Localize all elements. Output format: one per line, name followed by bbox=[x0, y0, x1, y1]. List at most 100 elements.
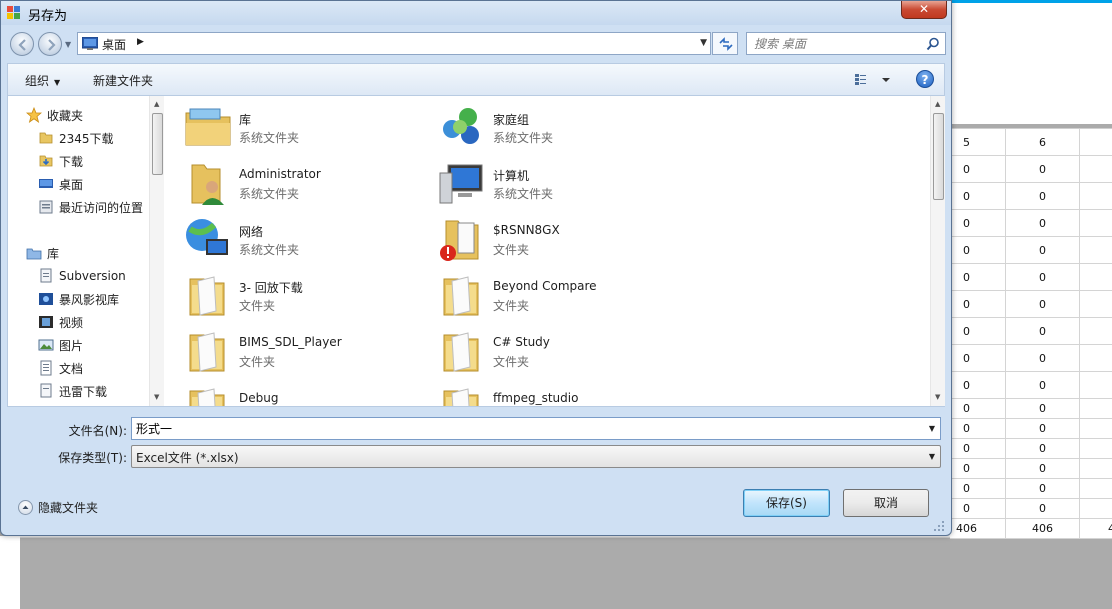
table-cell[interactable] bbox=[1080, 237, 1112, 263]
list-item[interactable]: C# Study 文件夹 bbox=[420, 324, 670, 376]
table-cell[interactable]: 0 bbox=[950, 318, 1006, 344]
scroll-down-icon[interactable]: ▼ bbox=[154, 393, 159, 401]
sidebar-item-downloads-2345[interactable]: 2345下载 bbox=[38, 127, 114, 149]
save-button[interactable]: 保存(S) bbox=[743, 489, 830, 517]
sidebar-item-pictures[interactable]: 图片 bbox=[38, 334, 83, 356]
table-cell[interactable] bbox=[1080, 399, 1112, 418]
table-cell[interactable] bbox=[1080, 439, 1112, 458]
table-cell[interactable]: 0 bbox=[950, 499, 1006, 518]
search-box[interactable] bbox=[746, 32, 946, 55]
table-cell[interactable]: 0 bbox=[1006, 264, 1080, 290]
scroll-thumb[interactable] bbox=[933, 113, 944, 200]
forward-button[interactable] bbox=[38, 32, 62, 56]
table-cell[interactable]: 0 bbox=[950, 291, 1006, 317]
sidebar-item-subversion[interactable]: Subversion bbox=[38, 265, 126, 287]
list-item[interactable]: ffmpeg_studio bbox=[420, 380, 670, 406]
table-cell[interactable]: 0 bbox=[950, 264, 1006, 290]
table-cell[interactable]: 0 bbox=[1006, 399, 1080, 418]
table-cell[interactable] bbox=[1080, 345, 1112, 371]
table-cell[interactable]: 0 bbox=[1006, 372, 1080, 398]
table-cell[interactable] bbox=[1080, 291, 1112, 317]
table-cell[interactable]: 0 bbox=[950, 479, 1006, 498]
sidebar-item-videos[interactable]: 视频 bbox=[38, 311, 83, 333]
list-item[interactable]: Beyond Compare 文件夹 bbox=[420, 268, 670, 320]
scroll-up-icon[interactable]: ▲ bbox=[154, 100, 159, 108]
filename-input[interactable] bbox=[132, 418, 912, 439]
close-button[interactable]: ✕ bbox=[901, 1, 947, 19]
table-cell[interactable] bbox=[1080, 372, 1112, 398]
list-item[interactable]: 家庭组 系统文件夹 bbox=[420, 100, 670, 152]
table-cell[interactable]: 0 bbox=[950, 183, 1006, 209]
table-cell[interactable]: 0 bbox=[1006, 237, 1080, 263]
table-cell[interactable]: 0 bbox=[1006, 419, 1080, 438]
chevron-right-icon[interactable]: ▶ bbox=[137, 37, 144, 47]
column-header[interactable] bbox=[1080, 129, 1112, 155]
organize-button[interactable]: 组织 ▼ bbox=[25, 72, 60, 89]
filetype-select[interactable]: Excel文件 (*.xlsx) ▼ bbox=[131, 445, 941, 468]
table-cell[interactable] bbox=[1080, 459, 1112, 478]
file-list-scrollbar[interactable]: ▲ ▼ bbox=[930, 96, 945, 406]
search-icon[interactable] bbox=[926, 37, 940, 51]
help-icon[interactable]: ? bbox=[916, 70, 934, 88]
table-cell[interactable]: 406 bbox=[950, 519, 1006, 538]
table-cell[interactable] bbox=[1080, 318, 1112, 344]
table-cell[interactable]: 0 bbox=[1006, 183, 1080, 209]
table-cell[interactable]: 0 bbox=[1006, 345, 1080, 371]
list-item[interactable]: 计算机 系统文件夹 bbox=[420, 156, 670, 208]
table-cell[interactable]: 0 bbox=[950, 439, 1006, 458]
table-cell[interactable]: 0 bbox=[1006, 210, 1080, 236]
sidebar-item-favorites[interactable]: 收藏夹 bbox=[25, 104, 83, 126]
list-item[interactable]: $RSNN8GX 文件夹 bbox=[420, 212, 670, 264]
table-cell[interactable] bbox=[1080, 479, 1112, 498]
sidebar-item-documents[interactable]: 文档 bbox=[38, 357, 83, 379]
list-item[interactable]: 3- 回放下载 文件夹 bbox=[166, 268, 416, 320]
table-cell[interactable]: 0 bbox=[950, 372, 1006, 398]
table-cell[interactable]: 0 bbox=[950, 399, 1006, 418]
table-cell[interactable]: 0 bbox=[1006, 318, 1080, 344]
table-cell[interactable] bbox=[1080, 419, 1112, 438]
chevron-down-icon[interactable]: ▼ bbox=[929, 424, 935, 433]
list-item[interactable]: 库系统文件夹 bbox=[166, 100, 416, 152]
list-item[interactable]: 网络 系统文件夹 bbox=[166, 212, 416, 264]
hide-folders-button[interactable]: 隐藏文件夹 bbox=[18, 499, 98, 516]
back-button[interactable] bbox=[10, 32, 34, 56]
table-cell[interactable]: 0 bbox=[1006, 156, 1080, 182]
sidebar-item-desktop[interactable]: 桌面 bbox=[38, 173, 83, 195]
table-cell[interactable] bbox=[1080, 499, 1112, 518]
table-cell[interactable] bbox=[1080, 264, 1112, 290]
spreadsheet-grid[interactable]: 5 6 0 0 0 0 0 0 0 0 0 0 0 0 0 0 0 0 0 0 0 0 0 0 0 0 0 0 0 0 0 0 406 406… bbox=[950, 128, 1112, 539]
table-cell[interactable]: 0 bbox=[1006, 439, 1080, 458]
table-cell[interactable]: 0 bbox=[950, 156, 1006, 182]
scroll-up-icon[interactable]: ▲ bbox=[935, 100, 940, 108]
filename-combobox[interactable]: ▼ bbox=[131, 417, 941, 440]
sidebar-item-thunder-downloads[interactable]: 迅雷下载 bbox=[38, 380, 107, 402]
sidebar-item-libraries[interactable]: 库 bbox=[26, 242, 59, 264]
sidebar-item-recent-places[interactable]: 最近访问的位置 bbox=[38, 196, 143, 218]
list-item[interactable]: Debug bbox=[166, 380, 416, 406]
table-cell[interactable]: 0 bbox=[950, 459, 1006, 478]
sidebar-item-video-library[interactable]: 暴风影视库 bbox=[38, 288, 119, 310]
table-cell[interactable]: 0 bbox=[950, 237, 1006, 263]
table-cell[interactable]: 0 bbox=[950, 345, 1006, 371]
table-cell[interactable]: 406 bbox=[1006, 519, 1080, 538]
column-header[interactable]: 5 bbox=[950, 129, 1006, 155]
refresh-button[interactable] bbox=[712, 32, 738, 55]
scroll-down-icon[interactable]: ▼ bbox=[935, 393, 940, 401]
table-cell[interactable]: 0 bbox=[1006, 479, 1080, 498]
resize-grip-icon[interactable] bbox=[933, 520, 945, 532]
table-cell[interactable]: 0 bbox=[1006, 499, 1080, 518]
table-cell[interactable] bbox=[1080, 156, 1112, 182]
list-item[interactable]: BIMS_SDL_Player 文件夹 bbox=[166, 324, 416, 376]
chevron-down-icon[interactable]: ▼ bbox=[700, 38, 707, 48]
list-item[interactable]: Administrator 系统文件夹 bbox=[166, 156, 416, 208]
address-segment[interactable]: 桌面 bbox=[102, 36, 126, 53]
table-cell[interactable]: 0 bbox=[950, 419, 1006, 438]
column-header[interactable]: 6 bbox=[1006, 129, 1080, 155]
table-cell[interactable]: 0 bbox=[1006, 459, 1080, 478]
chevron-down-icon[interactable]: ▼ bbox=[65, 40, 71, 49]
new-folder-button[interactable]: 新建文件夹 bbox=[93, 72, 153, 89]
sidebar-item-downloads[interactable]: 下载 bbox=[38, 150, 83, 172]
cancel-button[interactable]: 取消 bbox=[843, 489, 929, 517]
search-input[interactable] bbox=[747, 33, 917, 54]
title-bar[interactable]: 另存为 ✕ bbox=[1, 1, 951, 25]
